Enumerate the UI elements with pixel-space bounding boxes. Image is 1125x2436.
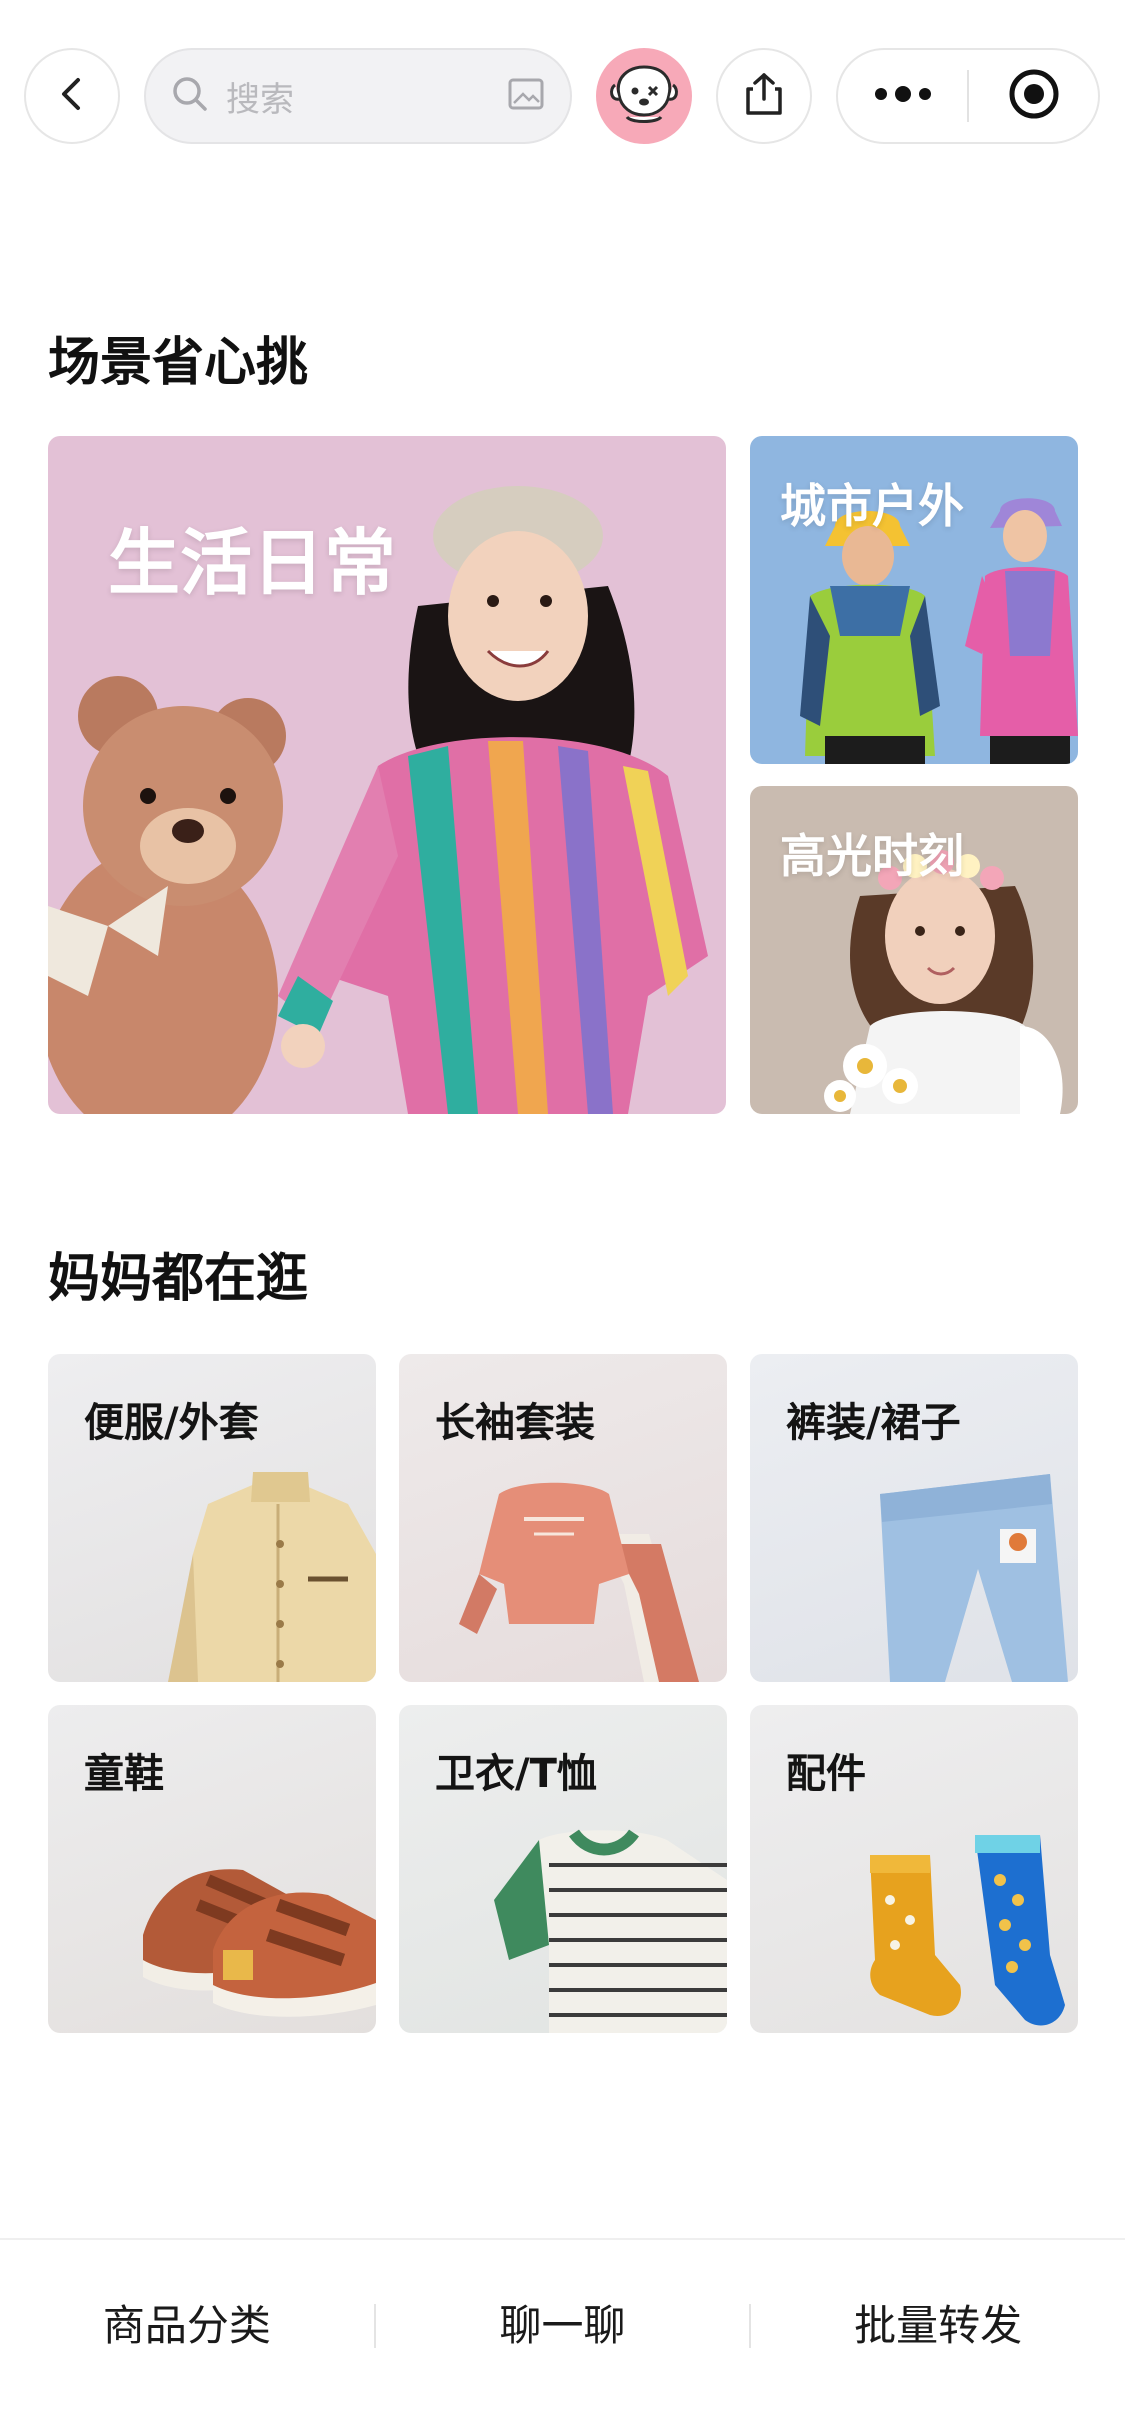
target-circle-icon — [1007, 67, 1061, 125]
category-label: 裤装/裙子 — [786, 1400, 961, 1446]
scene-card-daily-life[interactable]: 生活日常 — [48, 436, 726, 1114]
image-icon[interactable] — [506, 74, 546, 118]
category-long-sleeve-set[interactable]: 长袖套装 — [399, 1354, 727, 1682]
category-casual-jacket[interactable]: 便服/外套 — [48, 1354, 376, 1682]
category-label: 长袖套装 — [435, 1400, 595, 1446]
scene-card-city-outdoor[interactable]: 城市户外 — [750, 436, 1078, 764]
mom-section-title: 妈妈都在逛 — [48, 1249, 309, 1309]
cartoon-dog-avatar-icon — [605, 55, 683, 137]
search-placeholder: 搜索 — [226, 79, 294, 120]
category-accessories[interactable]: 配件 — [750, 1705, 1078, 2033]
bottom-action-bar: 商品分类 聊一聊 批量转发 — [0, 2238, 1125, 2436]
chat-tab[interactable]: 聊一聊 — [376, 2296, 750, 2356]
scene-section-title: 场景省心挑 — [48, 333, 309, 393]
close-button[interactable] — [969, 50, 1098, 142]
category-pants-skirts[interactable]: 裤装/裙子 — [750, 1354, 1078, 1682]
search-input[interactable]: 搜索 — [144, 48, 572, 144]
mini-program-capsule — [836, 48, 1100, 144]
scene-card-label: 城市户外 — [780, 479, 964, 533]
scene-card-label: 高光时刻 — [780, 829, 964, 883]
category-label: 便服/外套 — [84, 1400, 259, 1446]
top-navigation-bar: 搜索 — [0, 0, 1125, 190]
category-kids-shoes[interactable]: 童鞋 — [48, 1705, 376, 2033]
product-categories-tab[interactable]: 商品分类 — [0, 2296, 374, 2356]
search-icon — [170, 74, 210, 118]
category-sweatshirt-tshirt[interactable]: 卫衣/T恤 — [399, 1705, 727, 2033]
batch-forward-tab[interactable]: 批量转发 — [751, 2296, 1125, 2356]
back-button[interactable] — [24, 48, 120, 144]
scene-card-label: 生活日常 — [108, 521, 397, 605]
more-button[interactable] — [838, 50, 967, 142]
category-label: 配件 — [786, 1751, 866, 1797]
avatar[interactable] — [596, 48, 692, 144]
scene-card-highlight-moment[interactable]: 高光时刻 — [750, 786, 1078, 1114]
share-button[interactable] — [716, 48, 812, 144]
share-icon — [741, 71, 787, 121]
category-label: 童鞋 — [84, 1751, 164, 1797]
chevron-left-icon — [52, 74, 92, 118]
category-label: 卫衣/T恤 — [435, 1751, 597, 1797]
more-dots-icon — [873, 84, 933, 108]
